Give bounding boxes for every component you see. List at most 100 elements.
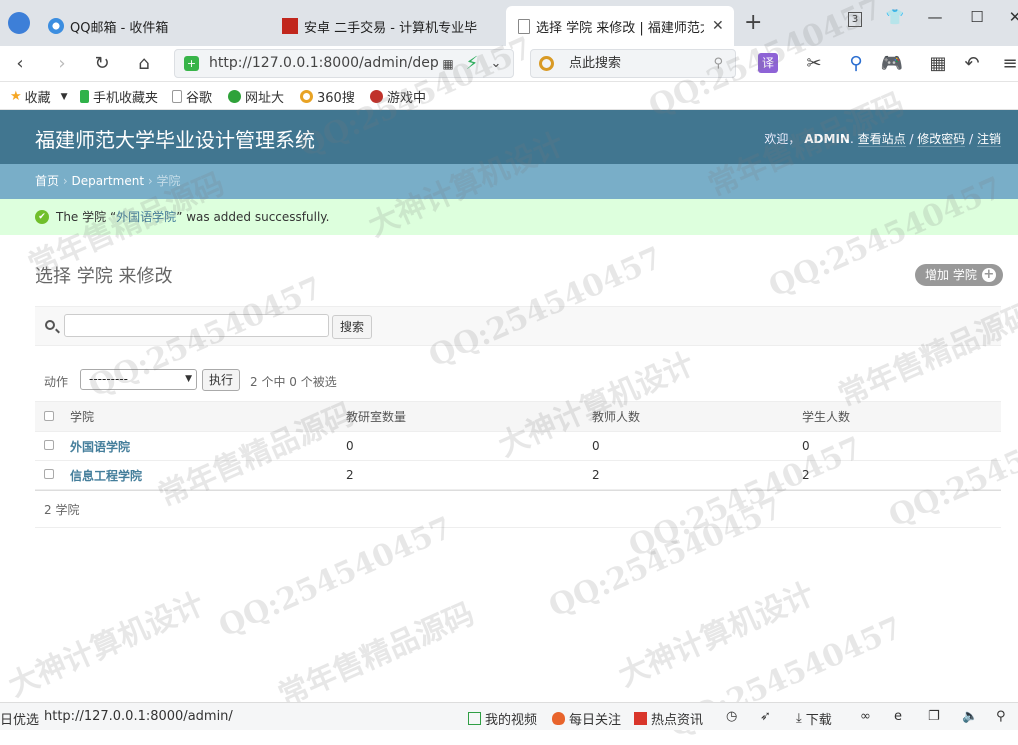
row-checkbox[interactable]	[35, 431, 70, 461]
shirt-icon[interactable]: 👕	[880, 8, 910, 26]
tab-qq-mail[interactable]: QQ邮箱 - 收件箱	[48, 6, 268, 46]
select-all-checkbox[interactable]	[35, 401, 70, 432]
selection-counter: 2 个中 0 个被选	[250, 375, 337, 389]
fire-icon	[552, 712, 565, 725]
changelist-search-input[interactable]	[64, 314, 329, 337]
rocket-icon[interactable]: ➶	[760, 709, 771, 724]
my-video-button[interactable]: 我的视频	[468, 709, 537, 728]
new-tab-button[interactable]: +	[744, 10, 762, 35]
glasses-icon[interactable]: ∞	[860, 709, 871, 724]
bookmark-sites[interactable]: 网址大	[228, 87, 284, 106]
table-row: 信息工程学院 2 2 2	[35, 460, 1001, 490]
watermark: 大神计算机设计	[3, 586, 210, 704]
department-name-cell: 信息工程学院	[70, 460, 346, 490]
minimize-icon[interactable]: —	[920, 8, 950, 26]
chevron-down-icon[interactable]: ⌄	[484, 52, 508, 76]
message-object-link[interactable]: 外国语学院	[116, 210, 176, 224]
speed-icon[interactable]: ⚡	[460, 52, 484, 76]
game-controller-icon[interactable]: 🎮	[880, 52, 904, 76]
add-department-button[interactable]: 增加 学院 +	[915, 264, 1003, 286]
teachers-cell: 2	[592, 460, 802, 490]
table-header-row: 学院 教研室数量 教师人数 学生人数	[35, 401, 1001, 432]
breadcrumb-app[interactable]: Department	[71, 174, 144, 188]
username: ADMIN	[804, 132, 850, 146]
menu-icon[interactable]: ≡	[998, 52, 1018, 76]
action-select[interactable]: --------- ▼	[80, 369, 197, 390]
column-header-students[interactable]: 学生人数	[802, 401, 1001, 432]
row-checkbox[interactable]	[35, 460, 70, 490]
check-icon: ✔	[35, 210, 49, 224]
department-name-cell: 外国语学院	[70, 431, 346, 461]
daily-focus-button[interactable]: 每日关注	[552, 709, 621, 728]
bookmark-phone[interactable]: 手机收藏夹	[80, 87, 158, 106]
column-header-rooms[interactable]: 教研室数量	[346, 401, 592, 432]
volume-icon[interactable]: 🔈	[962, 709, 978, 724]
plus-icon: +	[981, 267, 996, 282]
zoom-icon[interactable]: ⚲	[996, 709, 1006, 724]
teachers-cell: 0	[592, 431, 802, 461]
change-password-link[interactable]: 修改密码	[917, 132, 966, 147]
tab-department-admin[interactable]: 选择 学院 来修改 | 福建师范大 ✕	[506, 6, 734, 46]
column-header-department[interactable]: 学院	[70, 401, 346, 432]
star-icon: ★	[10, 89, 22, 104]
maximize-icon[interactable]: ☐	[962, 8, 992, 26]
tab-label: 选择 学院 来修改 | 福建师范大	[536, 20, 704, 36]
search-360-icon	[300, 90, 313, 103]
qr-icon[interactable]: ▦	[436, 52, 460, 76]
browser-logo-icon[interactable]	[8, 12, 30, 34]
tab-android-trade[interactable]: 安卓 二手交易 - 计算机专业毕	[282, 6, 502, 46]
undo-icon[interactable]: ↶	[960, 52, 984, 76]
paginator: 2 学院	[35, 490, 1001, 528]
download-icon: ⤓	[796, 711, 802, 726]
speed-icon[interactable]: ◷	[726, 709, 737, 724]
chevron-down-icon: ▼	[185, 374, 192, 384]
news-icon	[634, 712, 647, 725]
forward-icon[interactable]: ›	[50, 52, 74, 76]
run-action-button[interactable]: 执行	[202, 369, 241, 391]
admin-header: 福建师范大学毕业设计管理系统 欢迎， ADMIN. 查看站点 / 修改密码 / …	[0, 110, 1018, 164]
bookmark-google[interactable]: 谷歌	[172, 87, 212, 106]
department-link[interactable]: 外国语学院	[70, 440, 130, 454]
download-button[interactable]: ⤓ 下载	[796, 709, 832, 728]
logout-link[interactable]: 注销	[976, 132, 1001, 147]
window-icon[interactable]: ❐	[928, 709, 940, 724]
apps-grid-icon[interactable]: ▦	[926, 52, 950, 76]
watermark: QQ:254540457	[213, 510, 458, 645]
secure-icon: +	[184, 56, 199, 71]
hot-news-button[interactable]: 热点资讯	[634, 709, 703, 728]
view-site-link[interactable]: 查看站点	[857, 132, 906, 147]
close-window-icon[interactable]: ✕	[1000, 8, 1018, 26]
close-tab-icon[interactable]: ✕	[712, 18, 724, 34]
reload-icon[interactable]: ↻	[90, 52, 114, 76]
watermark: 常年售精品源码	[273, 596, 480, 714]
ie-icon[interactable]: e	[894, 709, 902, 724]
search-button[interactable]: 搜索	[332, 315, 373, 339]
column-header-teachers[interactable]: 教师人数	[592, 401, 802, 432]
bookmarks-bar: ★ 收藏 ▼ 手机收藏夹 谷歌 网址大 360搜 游戏中	[0, 82, 1018, 110]
breadcrumb: 首页 › Department › 学院	[0, 164, 1018, 199]
magnifier-icon[interactable]: ⚲	[844, 52, 868, 76]
user-tools: 欢迎， ADMIN. 查看站点 / 修改密码 / 注销	[764, 132, 1001, 147]
red-app-icon	[282, 18, 298, 34]
watermark: 大神计算机设计	[613, 576, 820, 694]
back-icon[interactable]: ‹	[8, 52, 32, 76]
page-icon	[172, 90, 182, 103]
translate-icon[interactable]: 译	[758, 53, 778, 73]
bookmark-360[interactable]: 360搜	[300, 87, 355, 106]
breadcrumb-home[interactable]: 首页	[35, 174, 59, 188]
status-url: http://127.0.0.1:8000/admin/	[44, 709, 233, 724]
tab-count-badge[interactable]: 3	[840, 8, 870, 27]
search-input[interactable]: 点此搜索 ⚲	[530, 49, 736, 78]
site-title[interactable]: 福建师范大学毕业设计管理系统	[35, 124, 315, 153]
home-icon[interactable]: ⌂	[132, 52, 156, 76]
qq-mail-icon	[48, 18, 64, 34]
bookmark-games[interactable]: 游戏中	[370, 87, 426, 106]
results-table: 学院 教研室数量 教师人数 学生人数 外国语学院 0 0 0 信息工程学院 2 …	[35, 401, 1001, 490]
bookmark-favorites[interactable]: ★ 收藏 ▼	[10, 87, 68, 106]
scissors-icon[interactable]: ✂	[802, 52, 826, 76]
status-left: 日优选	[0, 713, 40, 728]
search-icon[interactable]: ⚲	[713, 50, 723, 77]
department-link[interactable]: 信息工程学院	[70, 469, 142, 483]
search-icon	[45, 320, 55, 330]
actions-bar: 动作 --------- ▼ 执行 2 个中 0 个被选	[35, 368, 1001, 392]
